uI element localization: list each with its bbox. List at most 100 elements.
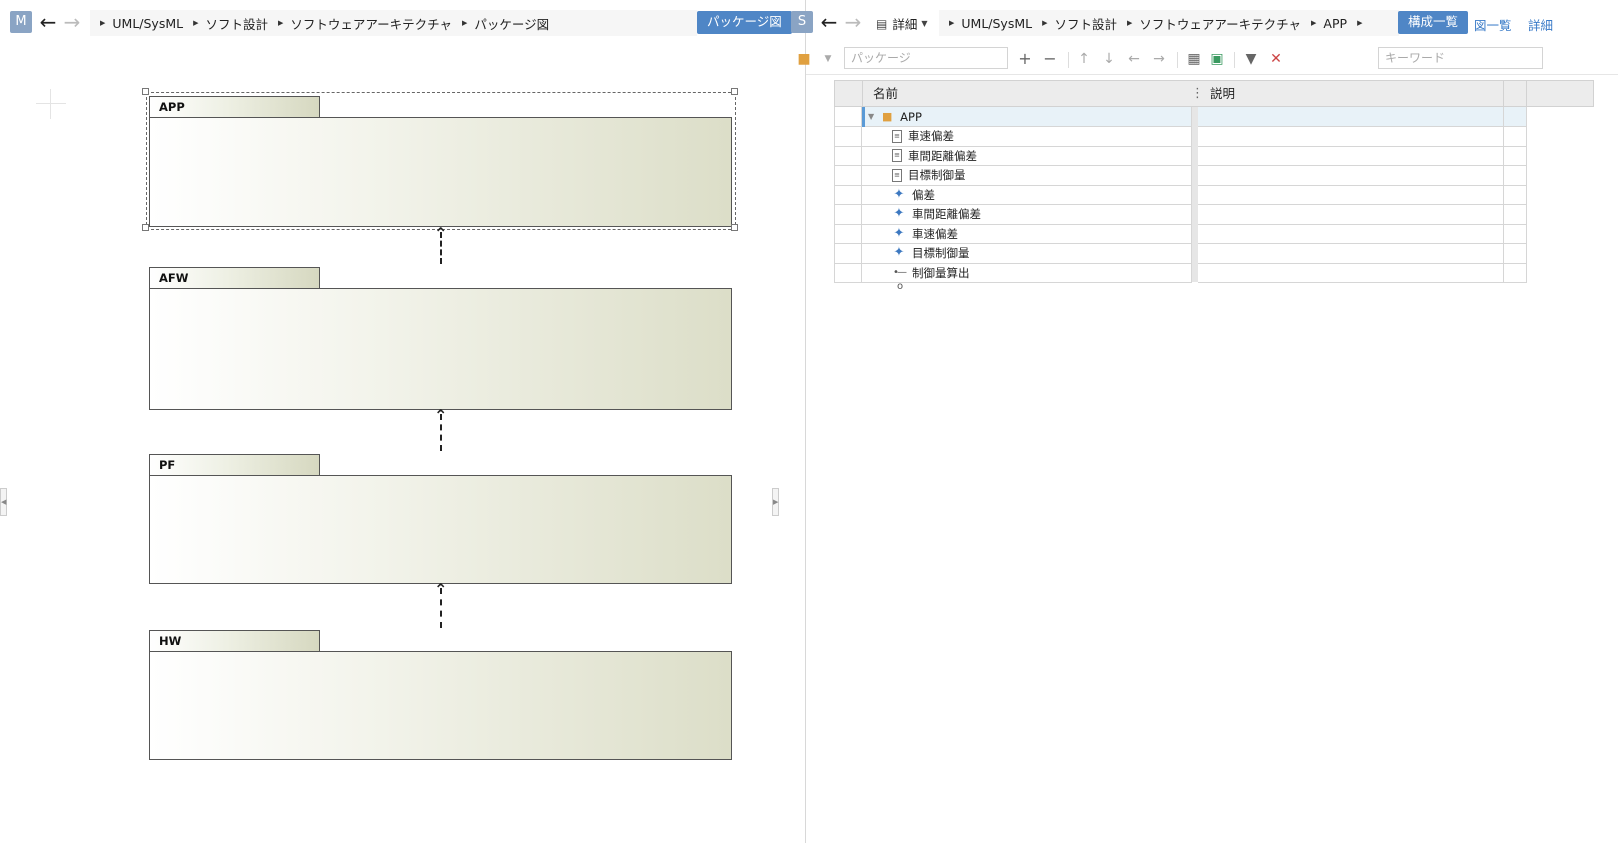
table-row[interactable]: ≡ 車間距離偏差 xyxy=(834,146,1549,166)
detail-link[interactable]: 詳細 xyxy=(1528,15,1553,34)
table-row[interactable]: ✦ 目標制御量 xyxy=(834,243,1549,264)
breadcrumb-item[interactable]: ▶ APP xyxy=(1311,16,1347,31)
view-mode-dropdown[interactable]: ▤ 詳細 ▼ xyxy=(876,14,928,33)
resize-handle[interactable] xyxy=(731,224,738,231)
description-cell[interactable] xyxy=(1198,185,1504,205)
name-cell[interactable]: ✦ 車速偏差 xyxy=(862,224,1192,244)
breadcrumb-more[interactable]: ▶ xyxy=(1357,19,1369,27)
column-header-name[interactable]: 名前 xyxy=(873,81,898,106)
resize-handle[interactable] xyxy=(731,88,738,95)
model-badge[interactable]: M xyxy=(10,11,32,33)
row-gutter[interactable] xyxy=(834,263,862,283)
move-up-icon[interactable]: ↑ xyxy=(1074,49,1094,69)
name-cell[interactable]: ≡ 車間距離偏差 xyxy=(862,146,1192,166)
forward-arrow-icon[interactable]: → xyxy=(61,8,83,36)
right-collapse-handle[interactable]: ▶ xyxy=(772,488,779,516)
row-gutter[interactable] xyxy=(834,185,862,205)
table-row[interactable]: ▼ ■ APP xyxy=(834,107,1549,127)
row-gutter[interactable] xyxy=(834,146,862,166)
resize-handle[interactable] xyxy=(142,224,149,231)
outdent-icon[interactable]: ← xyxy=(1124,49,1144,69)
element-type-input[interactable] xyxy=(844,47,1008,69)
remove-icon[interactable]: − xyxy=(1040,49,1060,69)
caret-right-icon: ▶ xyxy=(1042,19,1048,27)
table-row[interactable]: ✦ 車間距離偏差 xyxy=(834,204,1549,225)
header-separator xyxy=(862,81,863,106)
row-end-cell xyxy=(1504,204,1527,225)
table-row[interactable]: ≡ 目標制御量 xyxy=(834,165,1549,186)
right-topbar: S ← → ▤ 詳細 ▼ ▶ UML/SysML ▶ ソフト設計 ▶ ソフトウェアアー… xyxy=(791,0,1618,44)
dependency-line[interactable] xyxy=(440,232,442,264)
name-cell[interactable]: •—o 制御量算出 xyxy=(862,263,1192,292)
grid-toolbar: ■ ▼ + − ↑ ↓ ← → ▦ ▣ ▼ ✕ xyxy=(797,44,1618,75)
row-gutter[interactable] xyxy=(834,204,862,225)
description-cell[interactable] xyxy=(1198,107,1504,127)
name-cell[interactable]: ✦ 偏差 xyxy=(862,185,1192,205)
description-cell[interactable] xyxy=(1198,165,1504,186)
resize-handle[interactable] xyxy=(142,88,149,95)
header-separator xyxy=(1503,81,1504,106)
structure-list-button[interactable]: 構成一覧 xyxy=(1398,11,1469,34)
filter-icon[interactable]: ▼ xyxy=(1241,49,1261,69)
breadcrumb-item[interactable]: ▶ ソフト設計 xyxy=(193,14,268,33)
keyword-search-input[interactable] xyxy=(1378,47,1543,69)
package-name: AFW xyxy=(149,267,320,288)
description-cell[interactable] xyxy=(1198,126,1504,147)
package-diagram-button[interactable]: パッケージ図 xyxy=(697,11,792,34)
row-end-cell xyxy=(1504,126,1527,147)
diagram-list-link[interactable]: 図一覧 xyxy=(1474,15,1512,34)
structure-badge[interactable]: S xyxy=(791,11,813,33)
row-end-cell xyxy=(1504,243,1527,264)
column-resize-handle[interactable]: ⋮ xyxy=(1191,81,1204,106)
row-gutter[interactable] xyxy=(834,107,862,127)
name-cell[interactable]: ≡ 車速偏差 xyxy=(862,126,1192,147)
description-cell[interactable] xyxy=(1198,263,1504,283)
chevron-down-icon[interactable]: ▼ xyxy=(818,49,838,69)
row-label: 車速偏差 xyxy=(908,129,954,143)
name-cell[interactable]: ✦ 目標制御量 xyxy=(862,243,1192,264)
breadcrumb-item[interactable]: ▶ ソフトウェアアーキテクチャ xyxy=(278,14,452,33)
add-icon[interactable]: + xyxy=(1015,49,1035,69)
breadcrumb-item[interactable]: ▶ UML/SysML xyxy=(100,16,183,31)
description-cell[interactable] xyxy=(1198,204,1504,225)
dependency-line[interactable] xyxy=(440,588,442,628)
name-cell[interactable]: ✦ 車間距離偏差 xyxy=(862,204,1192,225)
table-row[interactable]: ✦ 車速偏差 xyxy=(834,224,1549,244)
back-arrow-icon[interactable]: ← xyxy=(818,8,840,36)
forward-arrow-icon[interactable]: → xyxy=(842,8,864,36)
clear-filter-icon[interactable]: ✕ xyxy=(1266,49,1286,69)
breadcrumb-item[interactable]: ▶ UML/SysML xyxy=(949,16,1032,31)
back-arrow-icon[interactable]: ← xyxy=(37,8,59,36)
description-cell[interactable] xyxy=(1198,224,1504,244)
left-collapse-handle[interactable]: ◀ xyxy=(0,488,7,516)
caret-right-icon: ▶ xyxy=(1127,19,1133,27)
function-icon: ✦ xyxy=(893,245,905,260)
move-down-icon[interactable]: ↓ xyxy=(1099,49,1119,69)
breadcrumb-item[interactable]: ▶ パッケージ図 xyxy=(462,14,549,33)
description-cell[interactable] xyxy=(1198,146,1504,166)
dependency-line[interactable] xyxy=(440,414,442,451)
caret-right-icon: ▶ xyxy=(1311,19,1317,27)
expand-toggle-icon[interactable]: ▼ xyxy=(868,112,874,121)
function-icon: ✦ xyxy=(893,206,905,221)
folder-icon[interactable]: ■ xyxy=(794,49,814,69)
table-row[interactable]: ≡ 車速偏差 xyxy=(834,126,1549,147)
indent-icon[interactable]: → xyxy=(1149,49,1169,69)
table-add-icon[interactable]: ▦ xyxy=(1184,49,1204,69)
name-cell[interactable]: ▼ ■ APP xyxy=(862,107,1192,127)
table-check-icon[interactable]: ▣ xyxy=(1207,49,1227,69)
description-cell[interactable] xyxy=(1198,243,1504,264)
row-gutter[interactable] xyxy=(834,126,862,147)
row-label: 偏差 xyxy=(912,187,935,202)
table-row[interactable]: ✦ 偏差 xyxy=(834,185,1549,205)
breadcrumb-item[interactable]: ▶ ソフト設計 xyxy=(1042,14,1117,33)
name-cell[interactable]: ≡ 目標制御量 xyxy=(862,165,1192,186)
column-header-description[interactable]: 説明 xyxy=(1210,81,1235,106)
row-gutter[interactable] xyxy=(834,243,862,264)
component-icon: ≡ xyxy=(892,129,902,143)
table-row[interactable]: •—o 制御量算出 xyxy=(834,263,1549,292)
breadcrumb-item[interactable]: ▶ ソフトウェアアーキテクチャ xyxy=(1127,14,1301,33)
package-diagram-canvas[interactable]: APP ⌃ AFW ⌃ PF ⌃ HW xyxy=(0,44,805,843)
row-gutter[interactable] xyxy=(834,224,862,244)
row-gutter[interactable] xyxy=(834,165,862,186)
